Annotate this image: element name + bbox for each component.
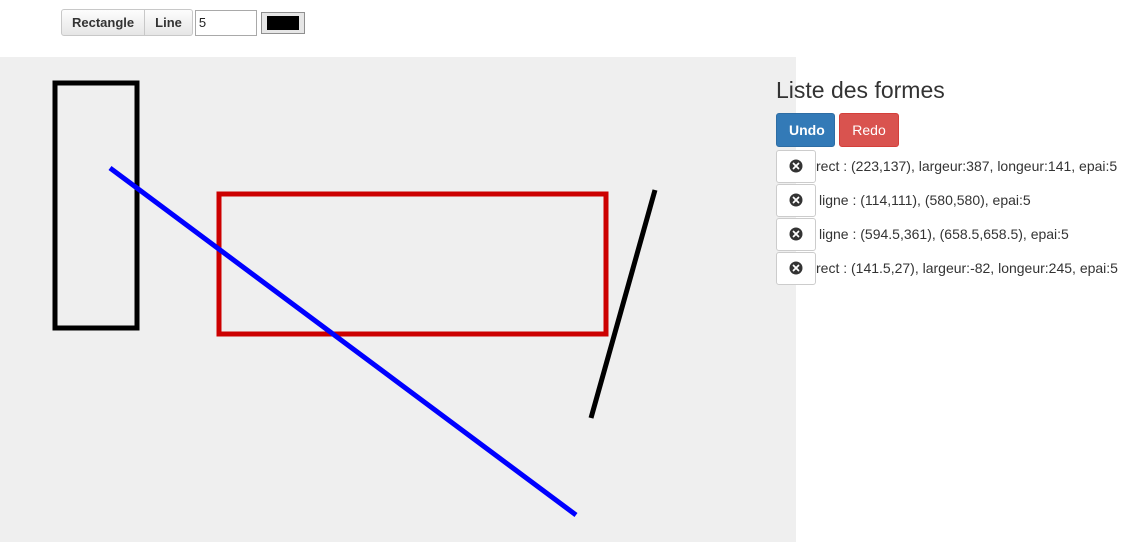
- delete-shape-button[interactable]: [776, 251, 816, 285]
- toolbar: Rectangle Line: [61, 9, 305, 36]
- shape-description: ligne : (594.5,361), (658.5,658.5), epai…: [819, 226, 1069, 242]
- black-line-shape: [588, 189, 658, 419]
- shape-description: rect : (141.5,27), largeur:-82, longeur:…: [816, 260, 1118, 276]
- shape-list-item: rect : (223,137), largeur:387, longeur:1…: [776, 149, 1121, 183]
- panel-title: Liste des formes: [776, 77, 945, 103]
- blue-line-shape: [108, 165, 578, 518]
- drawing-canvas-svg: [52, 80, 658, 518]
- shape-list-item: ligne : (594.5,361), (658.5,658.5), epai…: [776, 217, 1121, 251]
- shape-description: ligne : (114,111), (580,580), epai:5: [819, 192, 1031, 208]
- remove-sign-icon: [789, 159, 803, 173]
- stroke-width-input[interactable]: [194, 9, 257, 36]
- shape-list-item: ligne : (114,111), (580,580), epai:5: [776, 183, 1121, 217]
- remove-sign-icon: [789, 193, 803, 207]
- delete-shape-button[interactable]: [776, 149, 816, 183]
- rectangle-tool-button[interactable]: Rectangle: [61, 9, 146, 36]
- delete-shape-button[interactable]: [776, 183, 816, 217]
- shape-list-panel: Liste des formes Undo Redo rect : (223,1…: [776, 75, 1121, 285]
- color-swatch: [266, 15, 299, 30]
- red-rectangle-shape: [216, 191, 609, 337]
- shape-description: rect : (223,137), largeur:387, longeur:1…: [816, 158, 1118, 174]
- black-rectangle-shape: [52, 80, 140, 331]
- remove-sign-icon: [789, 227, 803, 241]
- line-tool-button[interactable]: Line: [145, 9, 193, 36]
- history-actions: Undo Redo: [776, 113, 1121, 147]
- shape-list: rect : (223,137), largeur:387, longeur:1…: [776, 149, 1121, 285]
- stroke-color-picker[interactable]: [260, 11, 305, 34]
- redo-button[interactable]: Redo: [839, 113, 899, 147]
- shape-list-item: rect : (141.5,27), largeur:-82, longeur:…: [776, 251, 1121, 285]
- drawing-canvas[interactable]: [0, 57, 796, 542]
- delete-shape-button[interactable]: [776, 217, 816, 251]
- shape-tool-group: Rectangle Line: [61, 9, 193, 36]
- remove-sign-icon: [789, 261, 803, 275]
- undo-button[interactable]: Undo: [776, 113, 835, 147]
